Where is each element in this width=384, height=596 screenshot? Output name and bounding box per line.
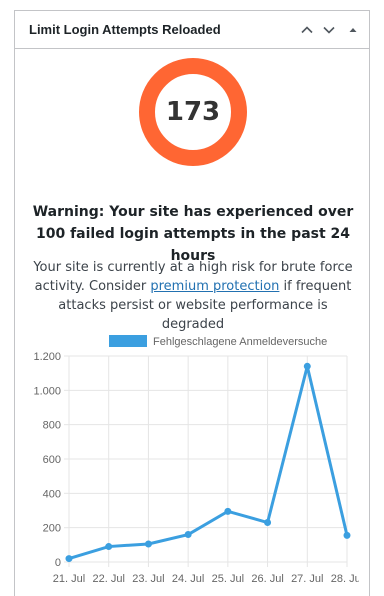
y-tick-label: 800	[43, 420, 61, 432]
widget-title: Limit Login Attempts Reloaded	[29, 22, 221, 37]
data-point	[184, 531, 192, 539]
premium-protection-link[interactable]: premium protection	[150, 279, 279, 294]
x-tick-label: 22. Jul	[93, 573, 125, 585]
y-tick-label: 200	[43, 523, 61, 535]
attempts-count: 173	[165, 97, 221, 127]
move-up-icon[interactable]	[297, 20, 317, 40]
y-tick-label: 0	[55, 557, 61, 569]
widget-header: Limit Login Attempts Reloaded	[15, 11, 369, 49]
y-tick-label: 400	[43, 488, 61, 500]
x-tick-label: 26. Jul	[251, 573, 283, 585]
legend-label: Fehlgeschlagene Anmeldeversuche	[153, 336, 327, 348]
y-tick-label: 1.200	[33, 351, 61, 363]
data-point	[264, 519, 272, 527]
x-tick-label: 24. Jul	[172, 573, 204, 585]
x-tick-label: 28. Jul	[331, 573, 359, 585]
legend-swatch	[109, 335, 147, 347]
data-point	[144, 540, 152, 548]
y-tick-label: 1.000	[33, 385, 61, 397]
series-line	[68, 365, 349, 561]
x-tick-label: 21. Jul	[53, 573, 85, 585]
data-point	[303, 362, 311, 370]
x-tick-label: 27. Jul	[291, 573, 323, 585]
attempts-donut: 173	[138, 57, 248, 167]
data-point	[224, 507, 232, 515]
x-tick-label: 25. Jul	[212, 573, 244, 585]
dashboard-area: Limit Login Attempts Reloaded 173 Warnin…	[0, 0, 384, 596]
data-point	[65, 555, 73, 563]
data-point	[343, 531, 351, 539]
move-down-icon[interactable]	[319, 20, 339, 40]
data-point	[105, 543, 113, 551]
failed-logins-chart: Fehlgeschlagene Anmeldeversuche 0 200 400 60…	[33, 335, 359, 585]
toggle-panel-icon[interactable]	[343, 20, 363, 40]
x-tick-label: 23. Jul	[132, 573, 164, 585]
limit-login-widget: Limit Login Attempts Reloaded 173 Warnin…	[14, 10, 370, 596]
risk-description: Your site is currently at a high risk fo…	[29, 258, 357, 334]
y-tick-label: 600	[43, 454, 61, 466]
